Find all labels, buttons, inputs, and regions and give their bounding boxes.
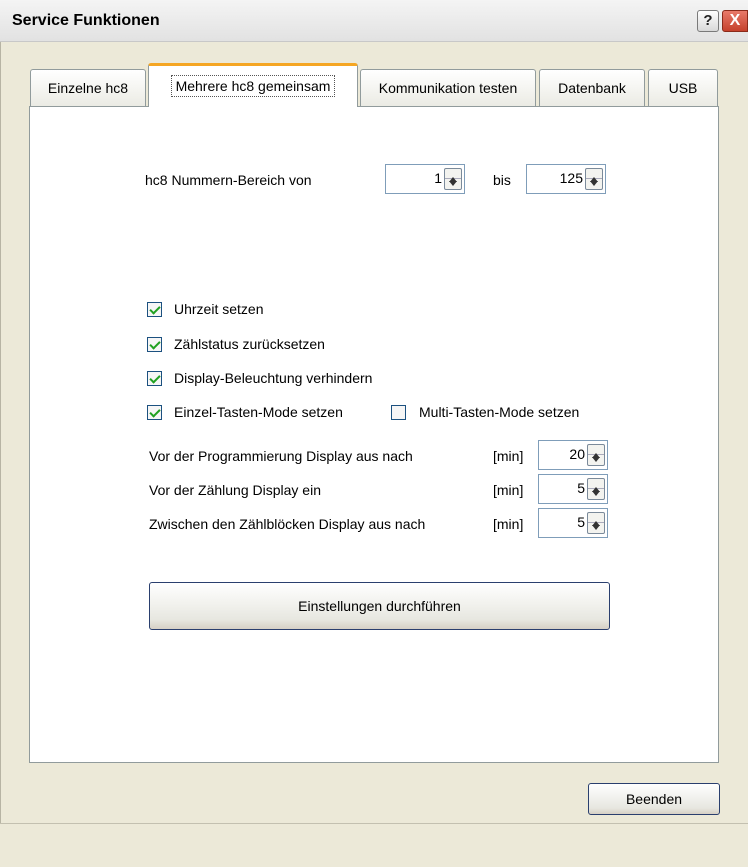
tab-label: Einzelne hc8: [47, 80, 129, 96]
timing-value: 5: [577, 480, 585, 496]
zaehlbloecke-display-spinbox[interactable]: 5: [538, 508, 608, 538]
spin-up-icon[interactable]: [588, 445, 604, 458]
spin-buttons[interactable]: [587, 444, 605, 466]
spin-buttons[interactable]: [587, 512, 605, 534]
zaehlung-display-spinbox[interactable]: 5: [538, 474, 608, 504]
einzel-tasten-checkbox[interactable]: [147, 405, 162, 420]
spin-buttons[interactable]: [444, 168, 462, 190]
range-to-value: 125: [559, 170, 583, 186]
timing-value: 20: [569, 446, 585, 462]
tab-datenbank[interactable]: Datenbank: [539, 69, 645, 106]
timing-label: Vor der Programmierung Display aus nach: [149, 448, 413, 464]
tab-usb[interactable]: USB: [648, 69, 718, 106]
timing-label: Zwischen den Zählblöcken Display aus nac…: [149, 516, 426, 532]
window-title: Service Funktionen: [12, 12, 160, 29]
spin-up-icon[interactable]: [588, 479, 604, 492]
spin-down-icon[interactable]: [588, 523, 604, 533]
tab-kommunikation-testen[interactable]: Kommunikation testen: [360, 69, 536, 106]
spin-down-icon[interactable]: [586, 179, 602, 189]
window-frame: [0, 42, 8, 823]
spin-buttons[interactable]: [585, 168, 603, 190]
beenden-button[interactable]: Beenden: [588, 783, 720, 815]
range-to-label: bis: [493, 172, 511, 188]
spin-down-icon[interactable]: [445, 179, 461, 189]
status-bar: [0, 823, 748, 867]
timing-unit: [min]: [493, 482, 524, 498]
programmierung-display-spinbox[interactable]: 20: [538, 440, 608, 470]
spin-up-icon[interactable]: [586, 169, 602, 182]
einstellungen-durchfuehren-button[interactable]: Einstellungen durchführen: [149, 582, 610, 630]
spin-buttons[interactable]: [587, 478, 605, 500]
range-from-spinbox[interactable]: 1: [385, 164, 465, 194]
range-label: hc8 Nummern-Bereich von: [145, 172, 312, 188]
spin-up-icon[interactable]: [445, 169, 461, 182]
tab-label: Mehrere hc8 gemeinsam: [170, 75, 336, 97]
tab-label: Datenbank: [558, 80, 626, 96]
multi-tasten-checkbox[interactable]: [391, 405, 406, 420]
spin-up-icon[interactable]: [588, 513, 604, 526]
timing-unit: [min]: [493, 516, 524, 532]
tab-einzelne-hc8[interactable]: Einzelne hc8: [30, 69, 146, 106]
timing-value: 5: [577, 514, 585, 530]
display-beleuchtung-checkbox[interactable]: [147, 371, 162, 386]
uhrzeit-checkbox[interactable]: [147, 302, 162, 317]
timing-label: Vor der Zählung Display ein: [149, 482, 321, 498]
einzel-tasten-label: Einzel-Tasten-Mode setzen: [174, 404, 343, 420]
range-to-spinbox[interactable]: 125: [526, 164, 606, 194]
spin-down-icon[interactable]: [588, 455, 604, 465]
uhrzeit-label: Uhrzeit setzen: [174, 301, 264, 317]
help-button[interactable]: ?: [697, 10, 719, 32]
zaehlstatus-label: Zählstatus zurücksetzen: [174, 336, 325, 352]
timing-unit: [min]: [493, 448, 524, 464]
range-from-value: 1: [434, 170, 442, 186]
zaehlstatus-checkbox[interactable]: [147, 337, 162, 352]
spin-down-icon[interactable]: [588, 489, 604, 499]
multi-tasten-label: Multi-Tasten-Mode setzen: [419, 404, 580, 420]
close-button[interactable]: X: [722, 10, 748, 32]
display-beleuchtung-label: Display-Beleuchtung verhindern: [174, 370, 373, 386]
tab-mehrere-hc8-gemeinsam[interactable]: Mehrere hc8 gemeinsam: [148, 63, 358, 107]
tab-label: USB: [668, 80, 698, 96]
tab-panel: hc8 Nummern-Bereich von 1 bis 125 Uhrzei…: [29, 106, 719, 763]
tab-label: Kommunikation testen: [378, 80, 518, 96]
